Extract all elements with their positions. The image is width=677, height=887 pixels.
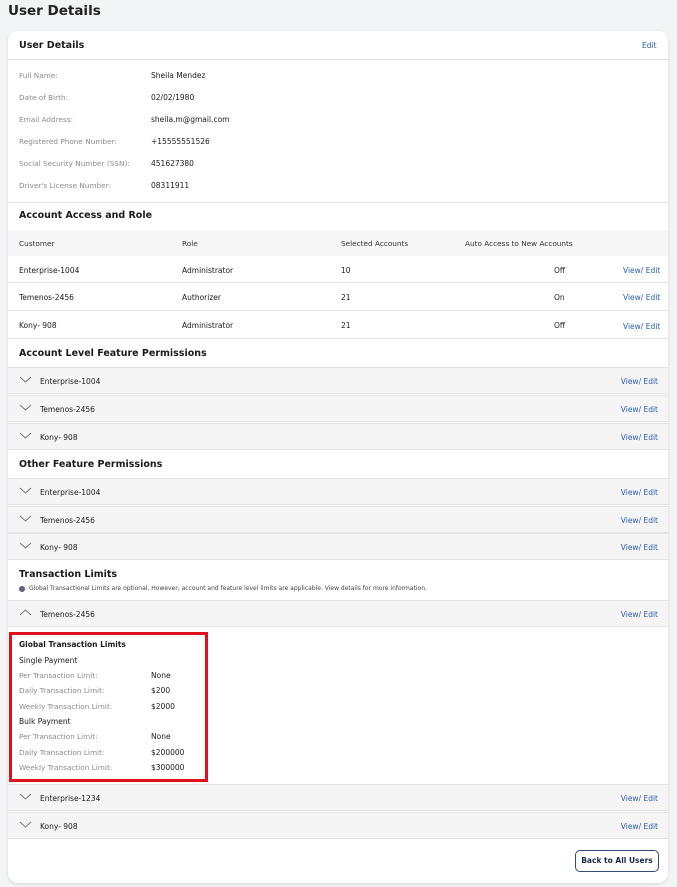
- accordion-label: Kony- 908: [40, 543, 78, 552]
- column-header-role: Role: [182, 239, 198, 248]
- accordion-label: Enterprise-1234: [40, 794, 101, 803]
- cell-selected-accounts: 21: [341, 293, 351, 302]
- info-icon: [19, 585, 25, 592]
- cell-role: Administrator: [182, 321, 234, 330]
- view-edit-link[interactable]: View/ Edit: [621, 543, 658, 552]
- page-title: User Details: [8, 3, 101, 19]
- chevron-down-icon: [19, 821, 32, 828]
- view-edit-link[interactable]: View/ Edit: [623, 266, 660, 275]
- table-row: Enterprise-1004 Administrator 10 Off Vie…: [8, 256, 668, 283]
- cell-auto-access: Off: [554, 321, 566, 330]
- view-edit-link[interactable]: View/ Edit: [621, 794, 658, 803]
- account-access-title: Account Access and Role: [19, 210, 153, 221]
- highlight-box: [9, 632, 208, 782]
- accordion-row[interactable]: Kony- 908 View/ Edit: [8, 812, 668, 839]
- cell-role: Administrator: [182, 266, 234, 275]
- view-edit-link[interactable]: View/ Edit: [621, 516, 658, 525]
- field-label-license: Driver's License Number:: [19, 181, 112, 190]
- field-value-ssn: 451627380: [151, 159, 194, 168]
- divider: [8, 202, 668, 203]
- accordion-label: Kony- 908: [40, 822, 78, 831]
- account-feature-permissions-title: Account Level Feature Permissions: [19, 348, 207, 359]
- view-edit-link[interactable]: View/ Edit: [621, 433, 658, 442]
- chevron-down-icon: [19, 487, 32, 494]
- chevron-down-icon: [19, 542, 32, 549]
- field-value-email: sheila.m@gmail.com: [151, 115, 230, 124]
- field-label-full-name: Full Name:: [19, 71, 58, 80]
- accordion-row[interactable]: Kony- 908 View/ Edit: [8, 423, 668, 450]
- view-edit-link[interactable]: View/ Edit: [621, 610, 658, 619]
- accordion-row[interactable]: Enterprise-1004 View/ Edit: [8, 367, 668, 394]
- accordion-label: Temenos-2456: [40, 516, 95, 525]
- cell-selected-accounts: 10: [341, 266, 351, 275]
- transaction-limits-note: Global Transactional Limits are optional…: [19, 585, 427, 592]
- field-value-full-name: Sheila Mendez: [151, 71, 206, 80]
- accordion-label: Kony- 908: [40, 433, 78, 442]
- cell-customer: Enterprise-1004: [19, 266, 80, 275]
- chevron-down-icon: [19, 515, 32, 522]
- cell-customer: Kony- 908: [19, 321, 57, 330]
- divider: [8, 59, 668, 60]
- chevron-down-icon: [19, 793, 32, 800]
- other-feature-permissions-title: Other Feature Permissions: [19, 459, 163, 470]
- back-to-all-users-button[interactable]: Back to All Users: [575, 850, 659, 872]
- field-label-phone: Registered Phone Number:: [19, 137, 117, 146]
- field-label-dob: Date of Birth:: [19, 93, 69, 102]
- field-label-ssn: Social Security Number (SSN):: [19, 159, 130, 168]
- chevron-down-icon: [19, 432, 32, 439]
- chevron-up-icon: [19, 609, 32, 616]
- accordion-label: Enterprise-1004: [40, 488, 101, 497]
- user-details-title: User Details: [19, 40, 85, 51]
- field-value-dob: 02/02/1980: [151, 93, 195, 102]
- accordion-row[interactable]: Enterprise-1004 View/ Edit: [8, 478, 668, 505]
- column-header-auto-access: Auto Access to New Accounts: [465, 239, 573, 248]
- user-details-card: User Details Edit Full Name: Sheila Mend…: [8, 31, 668, 883]
- field-label-email: Email Address:: [19, 115, 74, 124]
- accordion-row[interactable]: Temenos-2456 View/ Edit: [8, 506, 668, 533]
- field-value-phone: +15555551526: [151, 137, 210, 146]
- accordion-label: Temenos-2456: [40, 405, 95, 414]
- cell-role: Authorizer: [182, 293, 221, 302]
- view-edit-link[interactable]: View/ Edit: [623, 322, 660, 331]
- transaction-limits-title: Transaction Limits: [19, 569, 118, 580]
- account-access-table-header: Customer Role Selected Accounts Auto Acc…: [8, 230, 668, 256]
- cell-auto-access: Off: [554, 266, 566, 275]
- accordion-label: Temenos-2456: [40, 610, 95, 619]
- chevron-down-icon: [19, 376, 32, 383]
- accordion-row[interactable]: Kony- 908 View/ Edit: [8, 533, 668, 560]
- chevron-down-icon: [19, 404, 32, 411]
- column-header-customer: Customer: [19, 239, 55, 248]
- view-edit-link[interactable]: View/ Edit: [621, 377, 658, 386]
- edit-user-link[interactable]: Edit: [642, 41, 657, 50]
- cell-selected-accounts: 21: [341, 321, 351, 330]
- field-value-license: 08311911: [151, 181, 190, 190]
- note-text: Global Transactional Limits are optional…: [29, 585, 427, 592]
- cell-customer: Temenos-2456: [19, 293, 74, 302]
- view-edit-link[interactable]: View/ Edit: [621, 488, 658, 497]
- accordion-row[interactable]: Enterprise-1234 View/ Edit: [8, 784, 668, 811]
- accordion-row-expanded[interactable]: Temenos-2456 View/ Edit: [8, 600, 668, 627]
- accordion-label: Enterprise-1004: [40, 377, 101, 386]
- table-row: Kony- 908 Administrator 21 Off View/ Edi…: [8, 312, 668, 339]
- accordion-row[interactable]: Temenos-2456 View/ Edit: [8, 395, 668, 422]
- cell-auto-access: On: [554, 293, 565, 302]
- column-header-selected-accounts: Selected Accounts: [341, 239, 409, 248]
- view-edit-link[interactable]: View/ Edit: [621, 405, 658, 414]
- table-row: Temenos-2456 Authorizer 21 On View/ Edit: [8, 284, 668, 311]
- view-edit-link[interactable]: View/ Edit: [621, 822, 658, 831]
- view-edit-link[interactable]: View/ Edit: [623, 293, 660, 302]
